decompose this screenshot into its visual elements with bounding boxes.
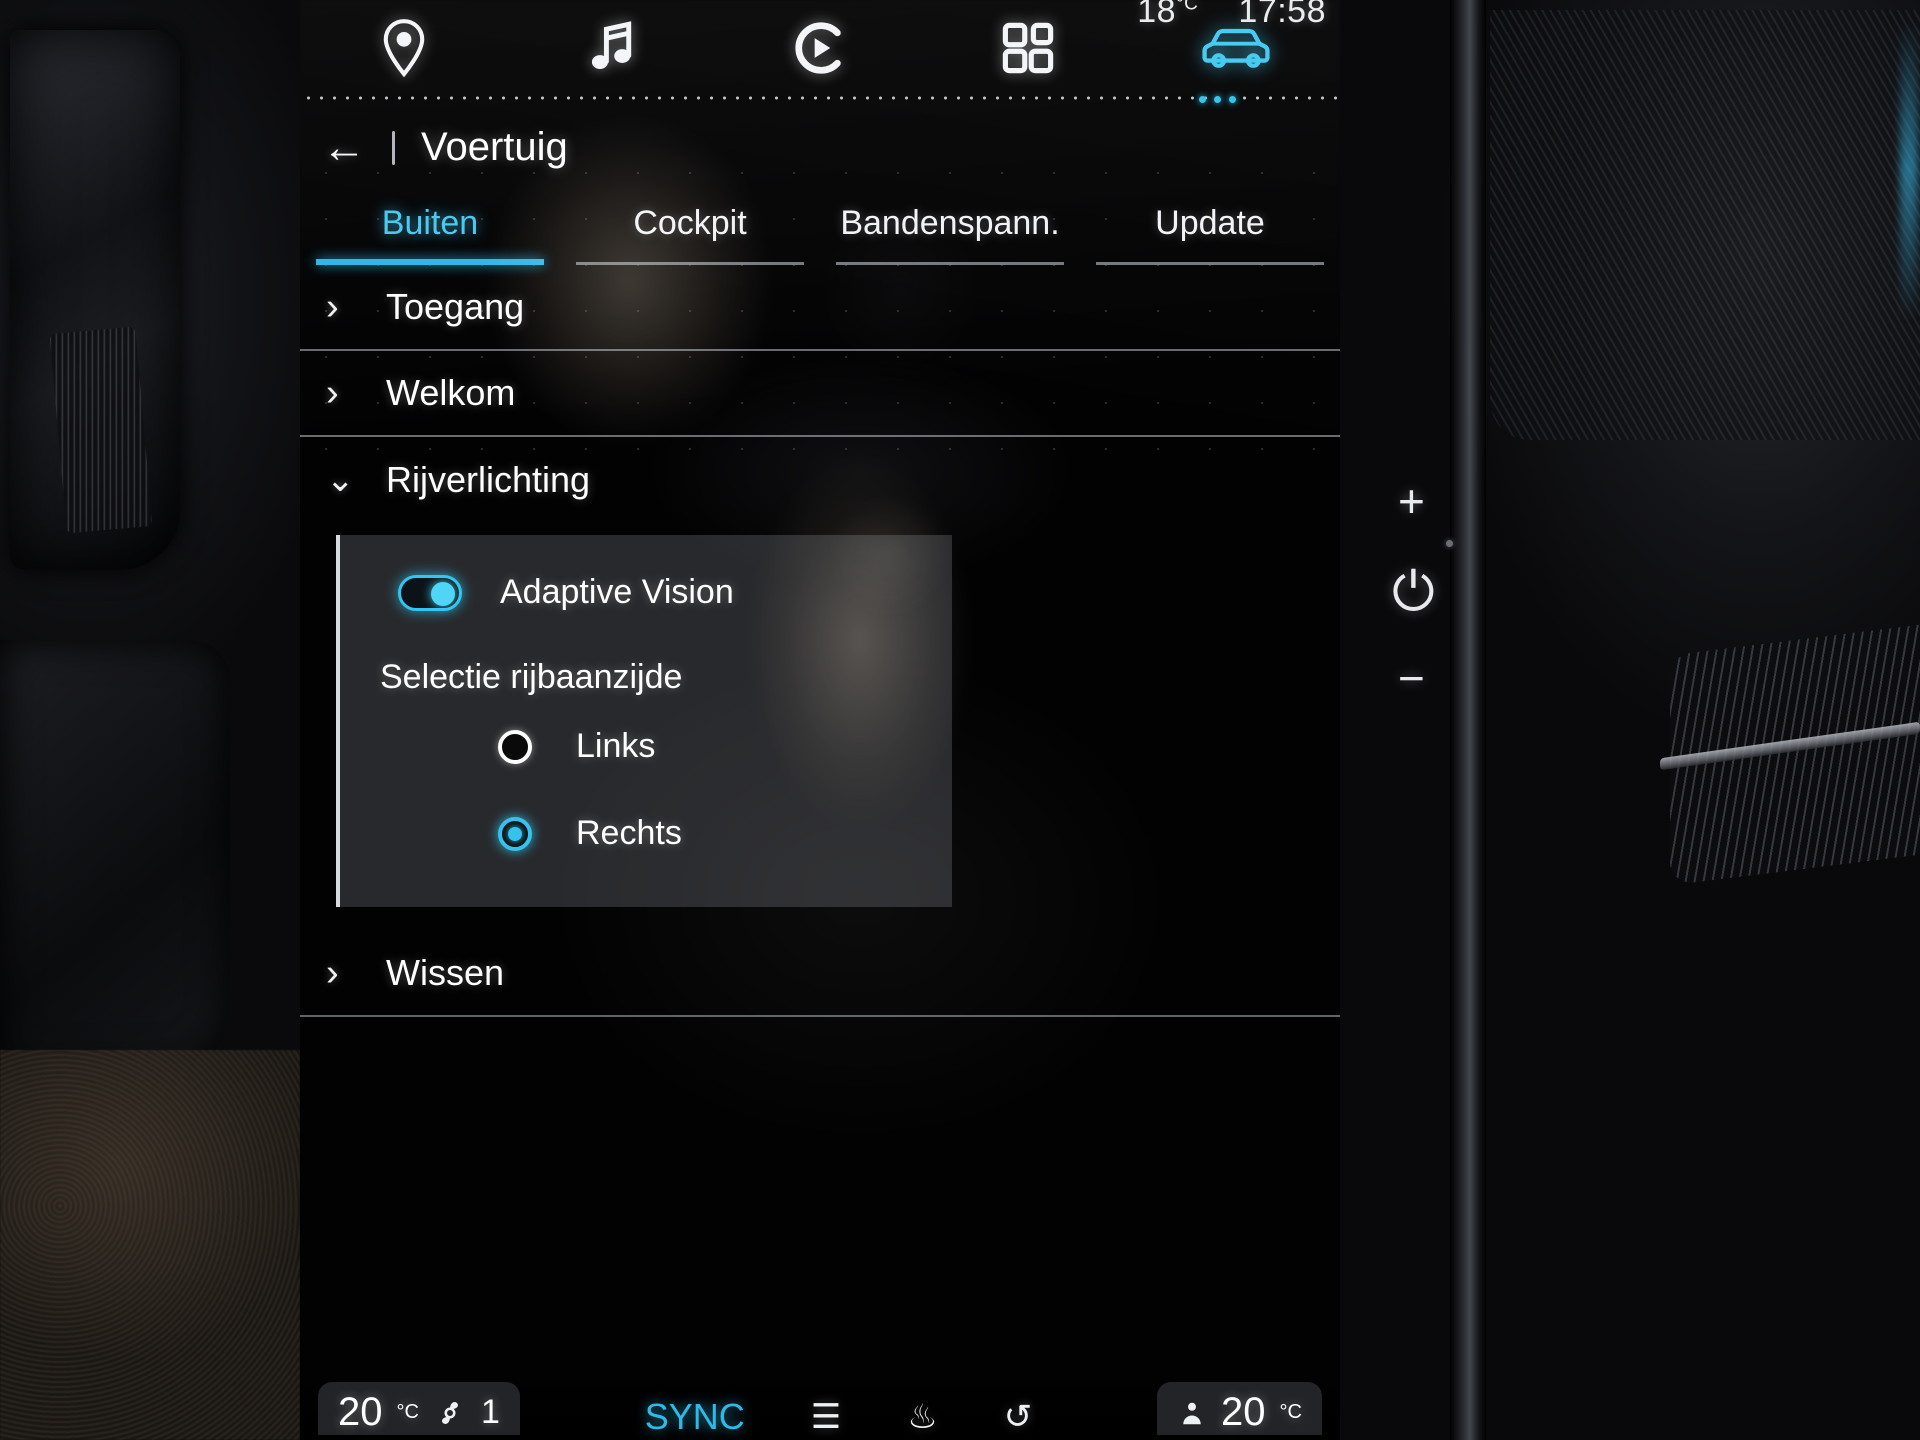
adaptive-vision-toggle[interactable] [398,574,462,611]
adaptive-vision-row[interactable]: Adaptive Vision [340,561,952,624]
climate-right-unit: °C [1279,1401,1302,1423]
lane-side-group-title: Selectie rijbaanzijde [380,658,683,696]
page-header: ← Voertuig [300,101,1340,188]
left-vent-grille [49,326,153,534]
power-button[interactable]: ⏻ [1392,565,1435,619]
back-button[interactable]: ← [322,125,366,170]
tab-update-label: Update [1155,204,1265,242]
right-speaker-grille [1490,10,1920,440]
active-app-indicator [1199,96,1236,103]
person-icon [1183,1402,1201,1424]
dashboard-right-trim: + ⏻ − [1274,0,1920,1440]
app-bar-item-apps[interactable] [924,20,1132,76]
navigation-pin-icon [383,18,425,77]
infotainment-screen[interactable]: 18°C 17:58 ← Voertuig Buiten Cockpit Ban… [300,0,1340,1440]
radio-rechts-indicator[interactable] [498,816,532,851]
radio-option-links[interactable]: Links [340,703,952,790]
list-item-rijverlichting[interactable]: ⌄ Rijverlichting [300,437,1340,523]
adaptive-vision-label: Adaptive Vision [500,573,734,611]
clock: 17:58 [1238,0,1326,30]
tab-cockpit-label: Cockpit [633,204,747,242]
list-item-welkom-label: Welkom [386,372,516,413]
radio-rechts-label: Rechts [576,814,682,852]
outside-temperature-value: 18 [1137,0,1177,30]
ambient-light-strip [1900,20,1918,320]
list-item-toegang[interactable]: › Toegang [300,265,1340,351]
right-chrome-strip [1450,0,1486,1440]
climate-center-controls: SYNC ☰ ♨ ↺ [645,1382,1033,1438]
tab-bandenspanning-label: Bandenspann. [840,204,1060,242]
list-item-welkom[interactable]: › Welkom [300,351,1340,437]
apps-grid-icon [1002,22,1054,73]
list-item-rijverlichting-label: Rijverlichting [386,459,591,500]
defrost-icon[interactable]: ☰ [811,1397,841,1437]
play-circle-icon [795,21,841,74]
outside-temperature: 18°C [1137,0,1198,31]
music-note-icon [591,20,632,69]
app-bar-item-navigation[interactable] [300,17,508,79]
chevron-down-icon: ⌄ [326,461,355,499]
volume-up-button[interactable]: + [1398,478,1425,524]
climate-bar: 20 °C 1 SYNC ☰ ♨ ↺ 20 °C [300,1374,1340,1440]
radio-option-rechts[interactable]: Rechts [340,790,952,877]
tab-cockpit[interactable]: Cockpit [560,194,820,265]
chevron-right-icon: › [326,952,339,994]
radio-links-indicator[interactable] [498,729,532,764]
fan-icon [441,1401,458,1424]
dashboard-left-trim [0,0,300,1440]
list-item-toegang-label: Toegang [386,286,525,327]
radio-links-label: Links [576,727,656,765]
left-lower-panel [0,640,230,1070]
app-bar-item-media[interactable] [508,19,716,77]
tab-bar: Buiten Cockpit Bandenspann. Update [300,188,1340,265]
climate-right-chip[interactable]: 20 °C [1157,1382,1322,1435]
status-bar: 18°C 17:58 [1137,0,1326,31]
header-divider [392,130,395,165]
page-title: Voertuig [421,125,568,169]
panel-spacer [300,907,1340,931]
list-item-wissen-label: Wissen [386,952,505,993]
app-bar-item-radio[interactable] [716,19,924,77]
seat-heater-icon[interactable]: ♨ [907,1397,937,1437]
chevron-right-icon: › [326,372,339,414]
list-item-wissen[interactable]: › Wissen [300,931,1340,1017]
left-leather-trim [0,1050,300,1440]
bezel-dot-right [1446,540,1453,547]
tab-buiten-label: Buiten [381,204,479,242]
dashboard-scene: + ⏻ − 18°C 17:58 ← Voertuig Buiten Cockp… [0,0,1920,1440]
tab-update[interactable]: Update [1080,194,1340,265]
climate-left-temp: 20 [338,1390,383,1434]
volume-down-button[interactable]: − [1398,655,1425,701]
settings-list: › Toegang › Welkom ⌄ Rijverlichting Adap… [300,265,1340,1017]
fan-level: 1 [480,1393,500,1431]
tab-buiten[interactable]: Buiten [300,194,560,265]
climate-right-temp: 20 [1221,1390,1266,1434]
toggle-knob [431,581,455,606]
climate-left-unit: °C [396,1401,419,1423]
tab-bandenspanning[interactable]: Bandenspann. [820,194,1080,265]
rijverlichting-panel: Adaptive Vision Selectie rijbaanzijde Li… [336,535,952,907]
outside-temperature-unit: °C [1176,0,1199,15]
chevron-right-icon: › [326,286,339,328]
sync-button[interactable]: SYNC [645,1396,745,1438]
air-recirculation-icon[interactable]: ↺ [1004,1397,1033,1437]
climate-left-chip[interactable]: 20 °C 1 [318,1382,520,1435]
